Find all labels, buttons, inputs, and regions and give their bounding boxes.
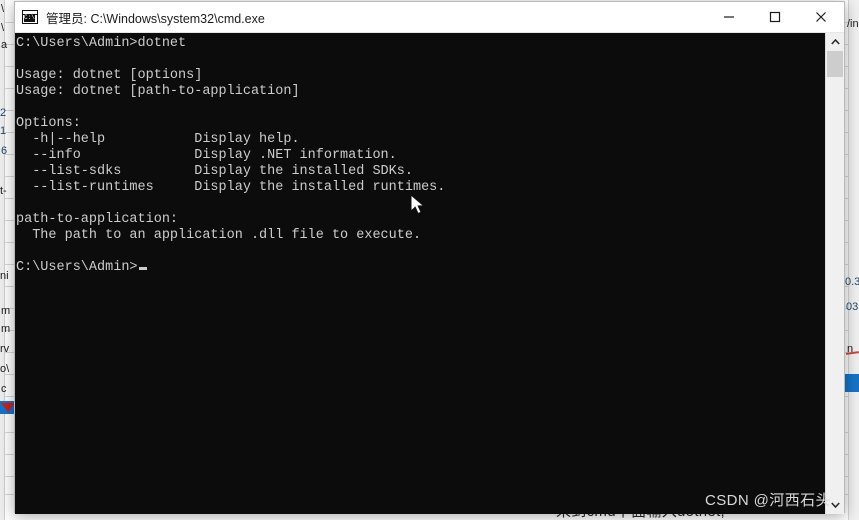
background-text-fragment: 1 <box>0 125 7 137</box>
window-title: 管理员: C:\Windows\system32\cmd.exe <box>46 11 265 26</box>
console-line: Usage: dotnet [options] <box>16 68 203 83</box>
console-line: --list-sdks Display the installed SDKs. <box>16 164 413 179</box>
window-controls <box>706 2 844 32</box>
minimize-icon <box>724 16 734 18</box>
maximize-button[interactable] <box>752 2 798 32</box>
background-text-fragment: a <box>1 39 8 51</box>
console-scrollbar[interactable] <box>825 33 844 514</box>
background-text-fragment: n <box>847 343 854 355</box>
scroll-thumb[interactable] <box>827 51 843 77</box>
background-text-fragment: 0.3 <box>845 276 859 288</box>
background-text-fragment: 03 <box>846 301 859 313</box>
console-prompt-line: C:\Users\Admin> <box>16 260 825 276</box>
minimize-button[interactable] <box>706 2 752 32</box>
console-line: The path to an application .dll file to … <box>16 228 422 243</box>
console-line: path-to-application: <box>16 212 179 227</box>
console-line: C:\Users\Admin>dotnet <box>16 36 187 51</box>
maximize-icon <box>769 11 781 23</box>
background-text-fragment: t- <box>0 185 7 197</box>
background-text-fragment: ni <box>0 270 9 282</box>
console-cursor <box>138 267 147 270</box>
background-text-fragment: 6 <box>1 145 8 157</box>
background-text-fragment: m <box>1 323 11 335</box>
console-line: Usage: dotnet [path-to-application] <box>16 84 300 99</box>
background-text-fragment: rv <box>0 343 10 355</box>
cmd-window[interactable]: 管理员: C:\Windows\system32\cmd.exe <box>14 1 845 514</box>
console-line: Options: <box>16 116 81 131</box>
background-text-fragment: \ <box>1 22 5 34</box>
background-text-fragment: m <box>1 305 11 317</box>
console-line: -h|--help Display help. <box>16 132 300 147</box>
background-selected-row <box>845 374 859 392</box>
background-text-fragment: o\ <box>0 363 10 375</box>
screenshot-root: \ \ a 2 1 6 t- ni m m rv o\ c /in 0.3 03… <box>0 0 859 520</box>
chevron-up-icon <box>830 39 840 45</box>
console-line: --info Display .NET information. <box>16 148 397 163</box>
close-icon <box>816 12 826 22</box>
window-titlebar[interactable]: 管理员: C:\Windows\system32\cmd.exe <box>15 2 844 33</box>
cmd-console-icon <box>22 10 38 24</box>
console-output[interactable]: C:\Users\Admin>dotnet Usage: dotnet [opt… <box>15 33 825 514</box>
background-right-gutter <box>848 0 859 520</box>
console-prompt-text: C:\Users\Admin> <box>16 260 138 275</box>
console-body[interactable]: C:\Users\Admin>dotnet Usage: dotnet [opt… <box>15 33 844 514</box>
scroll-up-button[interactable] <box>826 33 844 51</box>
background-text-fragment: \ <box>1 3 5 15</box>
close-button[interactable] <box>798 2 844 32</box>
background-text-fragment: /in <box>847 18 859 30</box>
background-text-fragment: c <box>1 383 7 395</box>
background-marker-triangle <box>1 403 15 412</box>
background-left-gutter <box>0 0 5 520</box>
chevron-down-icon <box>830 502 840 508</box>
background-text-fragment: 2 <box>0 107 7 119</box>
console-line: --list-runtimes Display the installed ru… <box>16 180 446 195</box>
csdn-watermark: CSDN @河西石头 <box>705 492 831 509</box>
